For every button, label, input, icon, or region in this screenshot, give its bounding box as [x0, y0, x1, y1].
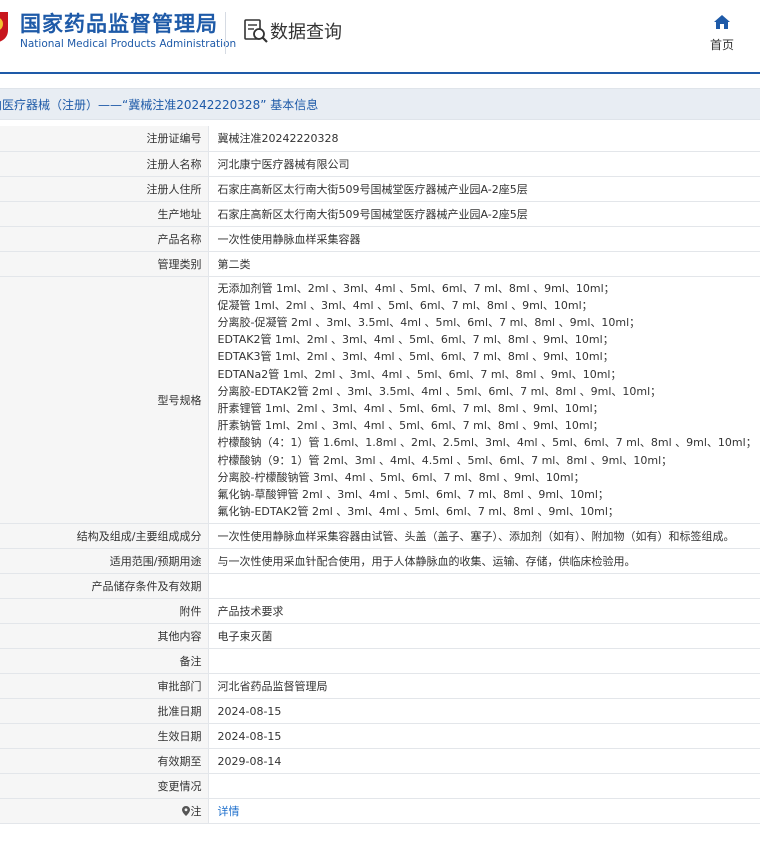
table-row: 生效日期 2024-08-15	[0, 723, 760, 750]
model-spec-line: 分离胶-柠檬酸钠管 3ml、4ml 、5ml、6ml、7 ml、8ml 、9ml…	[217, 470, 585, 484]
detail-title: 内医疗器械（注册）——“冀械注准20242220328” 基本信息	[0, 98, 319, 112]
field-label: 产品名称	[0, 226, 209, 252]
field-label: 附件	[0, 598, 209, 625]
table-row: 变更情况	[0, 773, 760, 800]
table-row: 注册人住所 石家庄高新区太行南大街509号国械堂医疗器械产业园A-2座5层	[0, 176, 760, 202]
model-spec-line: 氟化钠-EDTAK2管 2ml 、3ml、4ml 、5ml、6ml、7 ml、8…	[217, 505, 619, 519]
field-label: 备注	[0, 648, 209, 675]
note-value: 详情	[208, 798, 760, 825]
field-label: 适用范围/预期用途	[0, 548, 209, 575]
table-row: 注册人名称 河北康宁医疗器械有限公司	[0, 151, 760, 177]
table-row: 产品储存条件及有效期	[0, 573, 760, 600]
table-row: 批准日期 2024-08-15	[0, 698, 760, 725]
field-label: 注册证编号	[0, 126, 209, 152]
model-spec-line: EDTAK3管 1ml、2ml 、3ml、4ml 、5ml、6ml、7 ml、8…	[217, 350, 614, 364]
table-row: 附件 产品技术要求	[0, 598, 760, 625]
field-label: 管理类别	[0, 251, 209, 277]
field-label: 生产地址	[0, 201, 209, 227]
header-underline	[0, 72, 760, 74]
table-row: 其他内容 电子束灭菌	[0, 623, 760, 650]
model-spec-line: 肝素钠管 1ml、2ml 、3ml、4ml 、5ml、6ml、7 ml、8ml …	[217, 419, 604, 433]
field-label: 审批部门	[0, 673, 209, 700]
field-label: 注册人住所	[0, 176, 209, 202]
field-label: 生效日期	[0, 723, 209, 750]
field-label: 注册人名称	[0, 151, 209, 177]
field-label: 型号规格	[0, 276, 209, 525]
note-label-text: 注	[190, 805, 202, 819]
expiry-date-value: 2029-08-14	[208, 748, 760, 775]
remark-value	[208, 648, 760, 675]
field-label: 批准日期	[0, 698, 209, 725]
model-spec-line: 柠檬酸钠（9：1）管 2ml、3ml 、4ml、4.5ml 、5ml、6ml、7…	[217, 453, 673, 467]
model-spec-line: 无添加剂管 1ml、2ml 、3ml、4ml 、5ml、6ml、7 ml、8ml…	[217, 281, 615, 295]
home-icon	[714, 15, 730, 29]
model-spec-value: 无添加剂管 1ml、2ml 、3ml、4ml 、5ml、6ml、7 ml、8ml…	[208, 276, 760, 525]
structure-value: 一次性使用静脉血样采集容器由试管、头盖（盖子、塞子）、添加剂（如有）、附加物（如…	[208, 523, 760, 550]
note-label: 注	[0, 798, 209, 825]
detail-title-bar: 内医疗器械（注册）——“冀械注准20242220328” 基本信息	[0, 88, 760, 120]
registration-number-value: 冀械注准20242220328	[208, 126, 760, 152]
table-row: 备注	[0, 648, 760, 675]
brand-name-en: National Medical Products Administration	[20, 38, 237, 50]
table-row: 生产地址 石家庄高新区太行南大街509号国械堂医疗器械产业园A-2座5层	[0, 201, 760, 227]
model-spec-line: 肝素锂管 1ml、2ml 、3ml、4ml 、5ml、6ml、7 ml、8ml …	[217, 401, 604, 415]
table-row: 适用范围/预期用途 与一次性使用采血针配合使用，用于人体静脉血的收集、运输、存储…	[0, 548, 760, 575]
location-pin-icon	[181, 806, 190, 817]
brand-name-cn[interactable]: 国家药品监督管理局	[20, 8, 218, 38]
change-value	[208, 773, 760, 800]
model-spec-line: 氟化钠-草酸钾管 2ml 、3ml、4ml 、5ml、6ml、7 ml、8ml …	[217, 487, 609, 501]
registration-info-table: 注册证编号 冀械注准20242220328 注册人名称 河北康宁医疗器械有限公司…	[0, 126, 760, 825]
registrant-value: 河北康宁医疗器械有限公司	[208, 151, 760, 177]
approval-department-value: 河北省药品监督管理局	[208, 673, 760, 700]
production-address-value: 石家庄高新区太行南大街509号国械堂医疗器械产业园A-2座5层	[208, 201, 760, 227]
details-link[interactable]: 详情	[218, 805, 240, 818]
scope-value: 与一次性使用采血针配合使用，用于人体静脉血的收集、运输、存储，供临床检验用。	[208, 548, 760, 575]
table-row: 产品名称 一次性使用静脉血样采集容器	[0, 226, 760, 252]
table-row: 结构及组成/主要组成成分 一次性使用静脉血样采集容器由试管、头盖（盖子、塞子）、…	[0, 523, 760, 550]
field-label: 其他内容	[0, 623, 209, 650]
field-label: 有效期至	[0, 748, 209, 775]
model-spec-line: 促凝管 1ml、2ml 、3ml、4ml 、5ml、6ml、7 ml、8ml 、…	[217, 298, 593, 312]
home-label: 首页	[709, 38, 734, 52]
table-row: 型号规格 无添加剂管 1ml、2ml 、3ml、4ml 、5ml、6ml、7 m…	[0, 276, 760, 525]
emblem-logo-icon	[0, 12, 8, 42]
table-row: 注册证编号 冀械注准20242220328	[0, 126, 760, 152]
field-label: 变更情况	[0, 773, 209, 800]
approval-date-value: 2024-08-15	[208, 698, 760, 725]
field-label: 结构及组成/主要组成成分	[0, 523, 209, 550]
registrant-address-value: 石家庄高新区太行南大街509号国械堂医疗器械产业园A-2座5层	[208, 176, 760, 202]
model-spec-line: 分离胶-EDTAK2管 2ml 、3ml、3.5ml、4ml 、5ml、6ml、…	[217, 384, 662, 398]
header-divider	[225, 12, 226, 54]
table-row: 审批部门 河北省药品监督管理局	[0, 673, 760, 700]
product-name-value: 一次性使用静脉血样采集容器	[208, 226, 760, 252]
attachment-value: 产品技术要求	[208, 598, 760, 625]
model-spec-line: EDTAK2管 1ml、2ml 、3ml、4ml 、5ml、6ml、7 ml、8…	[217, 333, 614, 347]
table-row: 有效期至 2029-08-14	[0, 748, 760, 775]
field-label: 产品储存条件及有效期	[0, 573, 209, 600]
storage-value	[208, 573, 760, 600]
model-spec-line: EDTANa2管 1ml、2ml 、3ml、4ml 、5ml、6ml、7 ml、…	[217, 367, 622, 381]
table-row: 管理类别 第二类	[0, 251, 760, 277]
other-content-value: 电子束灭菌	[208, 623, 760, 650]
category-value: 第二类	[208, 251, 760, 277]
site-header: 国家药品监督管理局 National Medical Products Admi…	[0, 0, 760, 72]
data-query-icon	[244, 19, 268, 43]
table-row: 注 详情	[0, 798, 760, 825]
effective-date-value: 2024-08-15	[208, 723, 760, 750]
model-spec-line: 柠檬酸钠（4：1）管 1.6ml、1.8ml 、2ml、2.5ml、3ml、4m…	[217, 436, 757, 450]
home-link[interactable]: 首页	[706, 14, 738, 53]
data-query-label: 数据查询	[270, 22, 342, 43]
model-spec-line: 分离胶-促凝管 2ml 、3ml、3.5ml、4ml 、5ml、6ml、7 ml…	[217, 315, 641, 329]
